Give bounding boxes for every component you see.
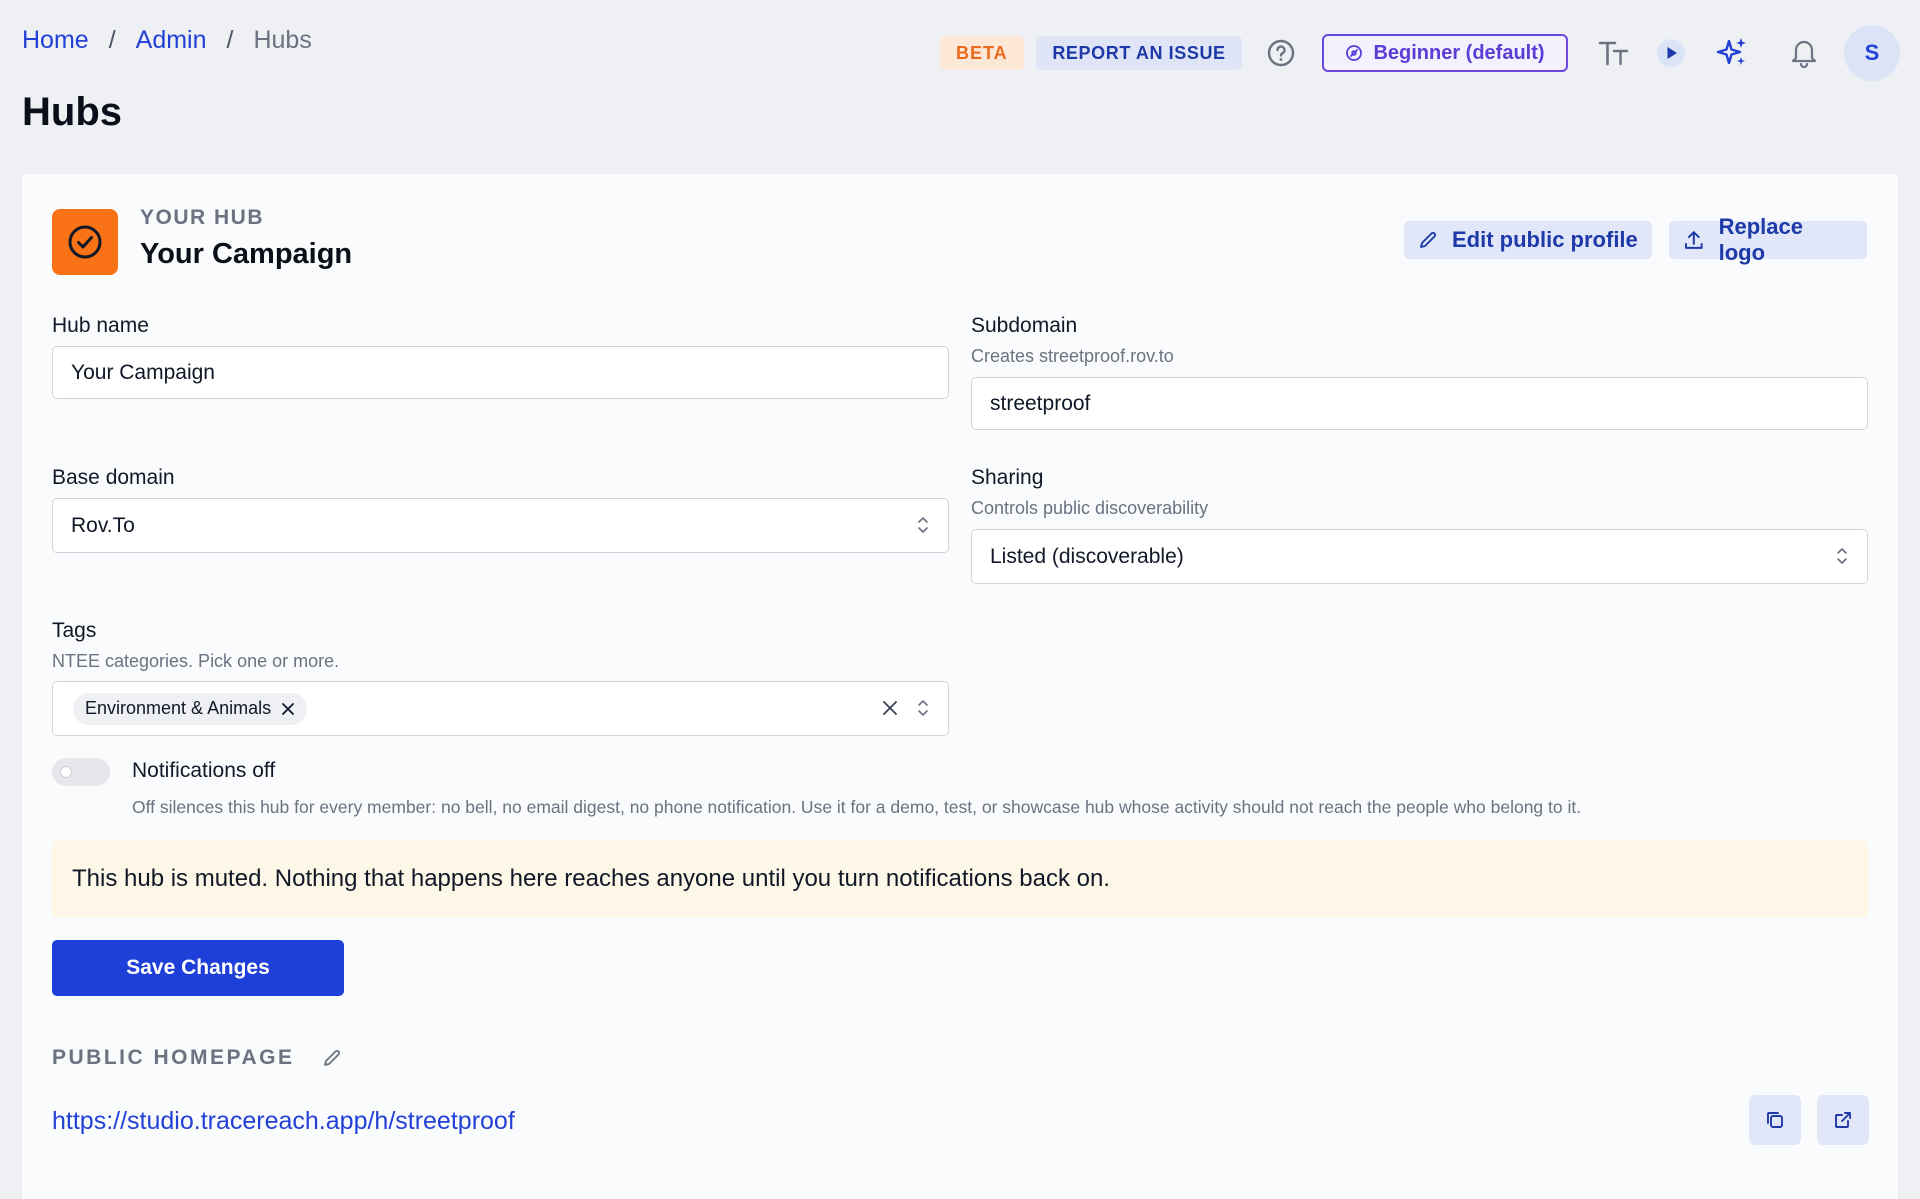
edit-public-profile-label: Edit public profile: [1452, 227, 1638, 252]
upload-icon: [1684, 231, 1703, 249]
bell-icon[interactable]: [1789, 36, 1819, 68]
replace-logo-label: Replace logo: [1718, 214, 1803, 265]
chevron-updown-icon: [918, 517, 928, 533]
base-domain-label: Base domain: [52, 466, 175, 489]
public-homepage-heading-text: PUBLIC HOMEPAGE: [52, 1046, 295, 1069]
hub-logo: [52, 209, 118, 275]
subdomain-input[interactable]: streetproof: [971, 377, 1868, 430]
user-avatar[interactable]: S: [1844, 25, 1900, 81]
hub-eyebrow: YOUR HUB: [140, 206, 265, 229]
breadcrumb-home-link[interactable]: Home: [22, 26, 89, 55]
sharing-select[interactable]: Listed (discoverable): [971, 529, 1868, 584]
notifications-label: Notifications off: [132, 759, 276, 782]
pencil-icon[interactable]: [322, 1048, 342, 1068]
subdomain-help: Creates streetproof.rov.to: [971, 346, 1174, 366]
save-changes-button[interactable]: Save Changes: [52, 940, 344, 996]
hub-name-input[interactable]: Your Campaign: [52, 346, 949, 399]
chevron-updown-icon: [1837, 548, 1847, 564]
hub-name-label: Hub name: [52, 314, 149, 337]
tag-chip-label: Environment & Animals: [85, 698, 272, 718]
sparkle-icon[interactable]: [1716, 36, 1748, 68]
experience-level-label: Beginner (default): [1373, 41, 1545, 64]
notifications-help: Off silences this hub for every member: …: [132, 797, 1582, 817]
help-icon[interactable]: [1266, 38, 1296, 68]
top-bar: Home / Admin / Hubs Hubs BETA REPORT AN …: [0, 0, 1920, 175]
experience-level-button[interactable]: Beginner (default): [1322, 34, 1568, 72]
subdomain-label: Subdomain: [971, 314, 1078, 337]
external-link-icon: [1835, 1112, 1851, 1128]
open-link-button[interactable]: [1817, 1095, 1869, 1145]
sharing-value: Listed (discoverable): [990, 544, 1184, 568]
toggle-knob: [60, 766, 72, 778]
tags-help: NTEE categories. Pick one or more.: [52, 651, 340, 671]
copy-link-button[interactable]: [1749, 1095, 1801, 1145]
edit-public-profile-button[interactable]: Edit public profile: [1404, 221, 1652, 259]
breadcrumb-separator: /: [226, 26, 234, 54]
subdomain-value: streetproof: [990, 391, 1091, 415]
breadcrumb-separator: /: [108, 26, 116, 54]
base-domain-select[interactable]: Rov.To: [52, 498, 949, 553]
hub-name-value: Your Campaign: [71, 360, 215, 384]
tags-label: Tags: [52, 619, 97, 642]
tag-chip: Environment & Animals: [73, 692, 308, 725]
gauge-icon: [1346, 45, 1363, 61]
page-title: Hubs: [22, 90, 122, 134]
remove-tag-icon[interactable]: [281, 702, 295, 716]
hub-title: Your Campaign: [140, 238, 353, 270]
muted-banner: This hub is muted. Nothing that happens …: [52, 840, 1868, 918]
hub-settings-card: YOUR HUB Your Campaign Edit public profi…: [22, 174, 1898, 1199]
notifications-toggle[interactable]: [52, 758, 110, 786]
report-issue-button[interactable]: REPORT AN ISSUE: [1036, 36, 1242, 70]
replace-logo-button[interactable]: Replace logo: [1669, 214, 1867, 265]
base-domain-value: Rov.To: [71, 513, 135, 537]
sharing-help: Controls public discoverability: [971, 498, 1209, 518]
breadcrumb: Home / Admin / Hubs: [22, 26, 312, 55]
public-homepage-heading: PUBLIC HOMEPAGE: [52, 1046, 342, 1070]
breadcrumb-current: Hubs: [253, 26, 312, 54]
play-icon[interactable]: [1656, 38, 1686, 68]
close-icon[interactable]: [880, 698, 900, 718]
beta-badge: BETA: [940, 36, 1024, 70]
breadcrumb-admin-link[interactable]: Admin: [136, 26, 207, 55]
sharing-label: Sharing: [971, 466, 1044, 489]
tags-multiselect[interactable]: Environment & Animals: [52, 681, 949, 736]
public-homepage-link[interactable]: https://studio.tracereach.app/h/streetpr…: [52, 1107, 515, 1136]
pencil-icon: [1420, 232, 1436, 248]
chevron-updown-icon: [918, 700, 928, 716]
copy-icon: [1767, 1112, 1783, 1128]
check-circle-icon: [68, 225, 102, 259]
text-size-icon[interactable]: [1598, 38, 1630, 68]
